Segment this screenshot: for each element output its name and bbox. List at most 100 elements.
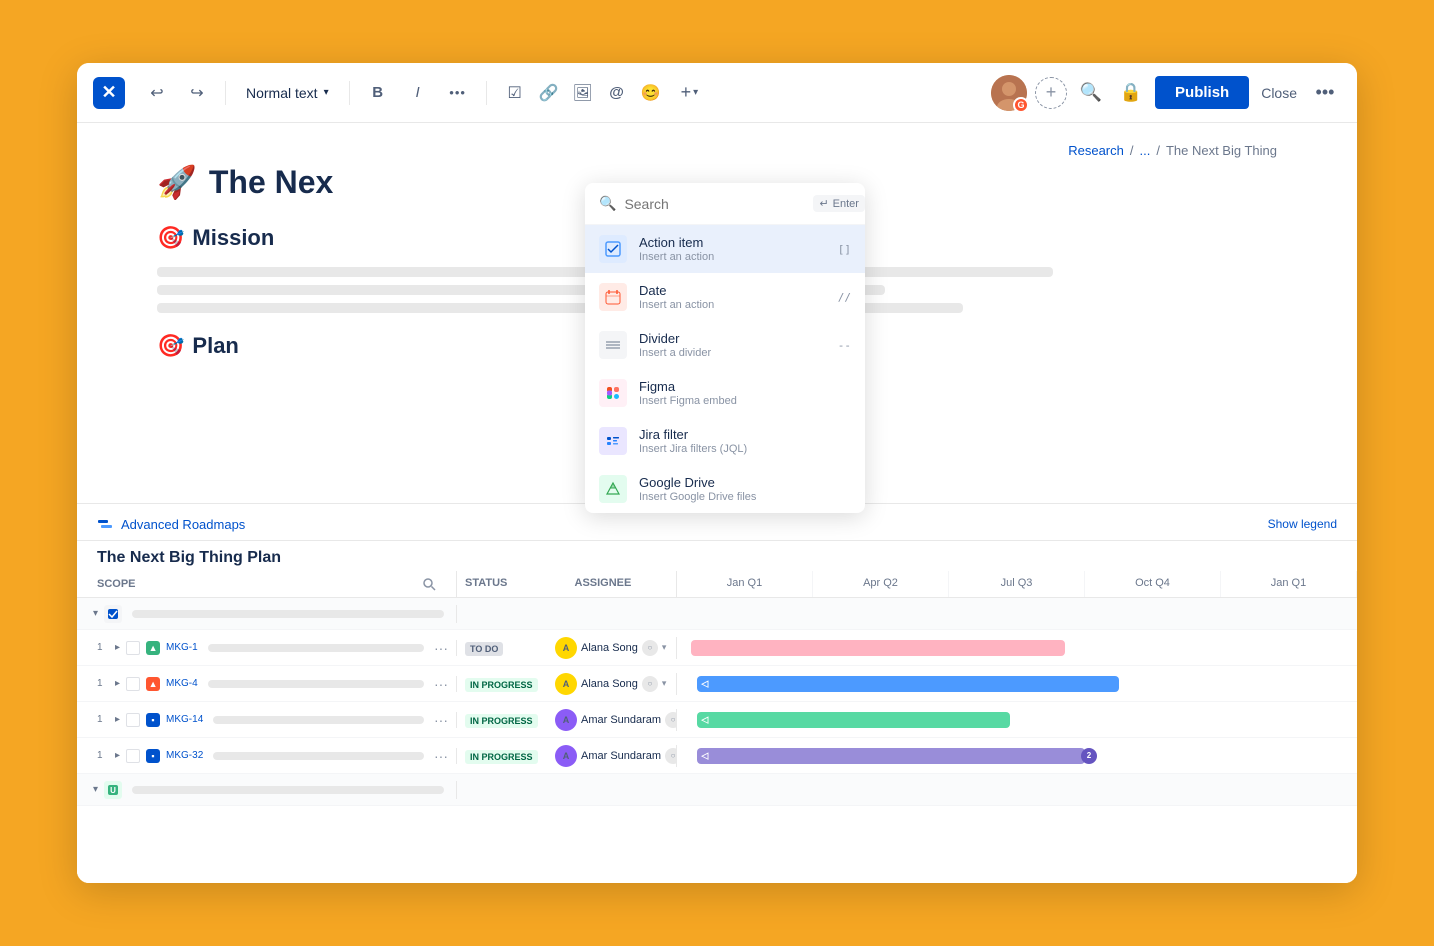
issue-icon-story: ▲ — [146, 641, 160, 655]
chevron-down-icon: ▾ — [324, 87, 329, 98]
row-expand[interactable]: ▸ — [115, 678, 120, 689]
row-num: 1 — [97, 750, 109, 761]
assignee-avatar-2: A — [555, 673, 577, 695]
row-checkbox[interactable] — [126, 749, 140, 763]
divider-desc: Insert a divider — [639, 347, 826, 359]
status-label: Status — [457, 571, 567, 597]
row-timeline-mkg32: ◁ 2 — [677, 738, 1357, 774]
more-options-button[interactable]: ••• — [1309, 77, 1341, 109]
row-checkbox[interactable] — [126, 713, 140, 727]
action-item-label: Action item — [639, 235, 826, 250]
table-row-mkg32: 1 ▸ ▪ MKG-32 ··· IN PROGRESS A Amar Sund… — [77, 738, 1357, 774]
more-formats-button[interactable]: ••• — [442, 77, 474, 109]
table-row-mkg4: 1 ▸ ▲ MKG-4 ··· IN PROGRESS A Alana Song — [77, 666, 1357, 702]
mention-button[interactable]: @ — [601, 77, 633, 109]
image-button[interactable]: 🖼 — [567, 77, 599, 109]
add-collaborator-button[interactable]: + — [1035, 77, 1067, 109]
link-button[interactable]: 🔗 — [533, 77, 565, 109]
ticket-id-mkg4[interactable]: MKG-4 — [166, 678, 198, 689]
task-button[interactable]: ☑ — [499, 77, 531, 109]
google-drive-desc: Insert Google Drive files — [639, 491, 851, 503]
dropdown-search-row: 🔍 ↵ Enter — [585, 183, 865, 225]
google-drive-text: Google Drive Insert Google Drive files — [639, 475, 851, 503]
roadmap-column-headers: SCOPE Status Assignee Jan Q1 Apr Q2 Jul … — [77, 571, 1357, 598]
action-item-desc: Insert an action — [639, 251, 826, 263]
jira-label: Jira filter — [639, 427, 851, 442]
toolbar-right: G + 🔍 🔒 Publish Close ••• — [991, 75, 1341, 111]
show-legend-button[interactable]: Show legend — [1268, 517, 1337, 531]
redo-button[interactable]: ↪ — [181, 77, 213, 109]
user-avatar-container[interactable]: G — [991, 75, 1027, 111]
lock-button[interactable]: 🔒 — [1115, 77, 1147, 109]
assignee-icon-4: ○ — [665, 748, 677, 764]
table-row-mkg1: 1 ▸ ▲ MKG-1 ··· TO DO A Alana Song ○ — [77, 630, 1357, 666]
action-item-text: Action item Insert an action — [639, 235, 826, 263]
google-drive-icon — [599, 475, 627, 503]
dropdown-search-input[interactable] — [624, 196, 805, 212]
row-assignee-mkg1: A Alana Song ○ ▾ — [547, 637, 676, 659]
row-assignee-mkg32: A Amar Sundaram ○ ▾ — [547, 745, 677, 767]
roadmap-title-row: Advanced Roadmaps — [97, 516, 245, 532]
row-expand[interactable]: ▸ — [115, 714, 120, 725]
more-dots-mkg32[interactable]: ··· — [434, 748, 448, 764]
gantt-badge-mkg32: 2 — [1081, 748, 1097, 764]
group-chevron-1[interactable]: ▾ — [93, 608, 98, 619]
insert-plus-button[interactable]: + ▾ — [675, 78, 705, 107]
group-bar-1 — [132, 610, 444, 618]
ticket-id-mkg14[interactable]: MKG-14 — [166, 714, 203, 725]
search-icon-small[interactable] — [422, 577, 436, 591]
avatar-badge: G — [1013, 97, 1029, 113]
ticket-id-mkg1[interactable]: MKG-1 — [166, 642, 198, 653]
row-status-mkg1: TO DO — [457, 639, 547, 657]
publish-button[interactable]: Publish — [1155, 76, 1249, 109]
jira-icon — [599, 427, 627, 455]
assignee-icon-3: ○ — [665, 712, 677, 728]
row-timeline-mkg1 — [677, 630, 1357, 666]
search-icon: 🔍 — [599, 195, 616, 212]
divider-icon — [599, 331, 627, 359]
dropdown-item-action[interactable]: Action item Insert an action [] — [585, 225, 865, 273]
dropdown-item-divider[interactable]: Divider Insert a divider -- — [585, 321, 865, 369]
dropdown-arrow-1[interactable]: ▾ — [662, 642, 667, 653]
italic-button[interactable]: I — [402, 77, 434, 109]
assignee-icon-2: ○ — [642, 676, 658, 692]
more-dots-mkg4[interactable]: ··· — [434, 676, 448, 692]
figma-text: Figma Insert Figma embed — [639, 379, 851, 407]
dropdown-item-date[interactable]: Date Insert an action // — [585, 273, 865, 321]
row-expand[interactable]: ▸ — [115, 750, 120, 761]
gantt-bar-mkg1 — [691, 640, 1065, 656]
row-expand[interactable]: ▸ — [115, 642, 120, 653]
dropdown-item-jira[interactable]: Jira filter Insert Jira filters (JQL) — [585, 417, 865, 465]
date-shortcut: // — [838, 291, 851, 304]
dropdown-arrow-2[interactable]: ▾ — [662, 678, 667, 689]
scope-column-header: SCOPE — [77, 571, 457, 597]
row-status-mkg14: IN PROGRESS — [457, 711, 547, 729]
search-button[interactable]: 🔍 — [1075, 77, 1107, 109]
row-checkbox[interactable] — [126, 677, 140, 691]
google-drive-label: Google Drive — [639, 475, 851, 490]
group-chevron-2[interactable]: ▾ — [93, 784, 98, 795]
dropdown-item-figma[interactable]: Figma Insert Figma embed — [585, 369, 865, 417]
insert-tools: ☑ 🔗 🖼 @ 😊 — [499, 77, 667, 109]
scope-label: SCOPE — [97, 578, 136, 590]
status-badge-inprogress: IN PROGRESS — [465, 678, 538, 692]
more-dots-mkg1[interactable]: ··· — [434, 640, 448, 656]
ticket-id-mkg32[interactable]: MKG-32 — [166, 750, 203, 761]
dropdown-item-google-drive[interactable]: Google Drive Insert Google Drive files — [585, 465, 865, 513]
ticket-bar-mkg14 — [213, 716, 424, 724]
roadmap-nav-label[interactable]: Advanced Roadmaps — [121, 517, 245, 532]
undo-button[interactable]: ↩ — [141, 77, 173, 109]
action-item-shortcut: [] — [838, 243, 851, 256]
more-dots-mkg14[interactable]: ··· — [434, 712, 448, 728]
emoji-button[interactable]: 😊 — [635, 77, 667, 109]
row-fields-mkg14: IN PROGRESS A Amar Sundaram ○ ▾ — [457, 709, 677, 731]
row-assignee-mkg14: A Amar Sundaram ○ ▾ — [547, 709, 677, 731]
divider-text: Divider Insert a divider — [639, 331, 826, 359]
row-fields-mkg1: TO DO A Alana Song ○ ▾ — [457, 637, 677, 659]
bold-button[interactable]: B — [362, 77, 394, 109]
row-checkbox[interactable] — [126, 641, 140, 655]
text-style-dropdown[interactable]: Normal text ▾ — [238, 81, 337, 105]
group-row-1: ▾ — [77, 598, 1357, 630]
close-button[interactable]: Close — [1257, 77, 1301, 109]
mission-emoji: 🎯 — [157, 225, 184, 251]
